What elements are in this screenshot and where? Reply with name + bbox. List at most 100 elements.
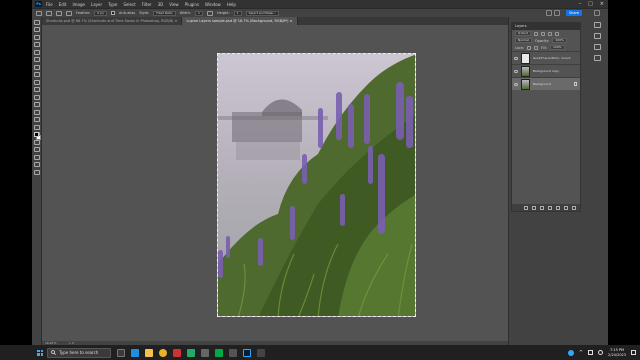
foreground-color-swatch[interactable]: [34, 132, 39, 137]
app-icon[interactable]: [215, 348, 223, 357]
marquee-tool-icon[interactable]: [46, 10, 52, 16]
eraser-tool-icon[interactable]: [33, 102, 40, 107]
filter-shape-icon[interactable]: [554, 31, 559, 36]
menu-window[interactable]: Window: [205, 2, 221, 7]
swap-icon[interactable]: [206, 10, 213, 16]
menu-type[interactable]: Type: [108, 2, 117, 7]
visibility-eye-icon[interactable]: [514, 56, 518, 60]
hand-tool-icon[interactable]: [33, 162, 40, 167]
style-select[interactable]: Fixed Ratio: [153, 10, 176, 16]
lasso-tool-icon[interactable]: [33, 34, 40, 40]
photoshop-taskbar-icon[interactable]: [243, 348, 251, 357]
properties-panel-icon[interactable]: [593, 22, 601, 28]
close-button[interactable]: ×: [600, 0, 604, 8]
menu-select[interactable]: Select: [123, 2, 135, 7]
app-icon[interactable]: [173, 348, 181, 357]
home-icon[interactable]: [36, 10, 42, 16]
menu-file[interactable]: File: [46, 2, 53, 7]
trash-icon[interactable]: [572, 205, 576, 210]
fx-icon[interactable]: [532, 205, 536, 210]
width-input[interactable]: 1: [195, 10, 203, 16]
new-selection-icon[interactable]: [56, 10, 62, 16]
quick-select-tool-icon[interactable]: [33, 42, 40, 47]
chrome-browser-icon[interactable]: [159, 348, 167, 357]
clone-stamp-tool-icon[interactable]: [33, 87, 40, 92]
lock-pixels-icon[interactable]: [527, 45, 532, 50]
filter-pixel-icon[interactable]: [533, 31, 538, 36]
filter-type-icon[interactable]: [547, 31, 552, 36]
app-icon[interactable]: [201, 348, 209, 357]
volume-icon[interactable]: [598, 350, 604, 355]
menu-help[interactable]: Help: [227, 2, 236, 7]
new-group-icon[interactable]: [556, 205, 560, 210]
menu-view[interactable]: View: [169, 2, 179, 7]
network-icon[interactable]: [588, 350, 594, 355]
select-and-mask-button[interactable]: Select and Mask...: [245, 10, 280, 16]
brush-tool-icon[interactable]: [33, 79, 40, 85]
kind-filter-select[interactable]: Q Kind: [515, 31, 531, 36]
taskbar-search-box[interactable]: Type here to search: [47, 347, 111, 358]
notifications-icon[interactable]: [631, 350, 636, 355]
chevron-up-icon[interactable]: ^: [579, 350, 583, 356]
menu-filter[interactable]: Filter: [142, 2, 152, 7]
tray-app-icon[interactable]: [567, 349, 574, 356]
edge-browser-icon[interactable]: [131, 348, 139, 357]
opacity-input[interactable]: 100%: [552, 38, 567, 43]
eyedropper-tool-icon[interactable]: [33, 64, 40, 70]
layer-row[interactable]: Background: [512, 77, 580, 90]
app-icon[interactable]: [187, 348, 195, 357]
app-icon[interactable]: [229, 348, 237, 357]
filter-adjustment-icon[interactable]: [540, 31, 545, 36]
blend-mode-select[interactable]: Normal: [515, 38, 532, 43]
start-button-icon[interactable]: [37, 349, 43, 356]
layer-row[interactable]: Grad/Hue bottom, moors: [512, 51, 580, 64]
menu-edit[interactable]: Edit: [59, 2, 67, 7]
adjustment-layer-icon[interactable]: [548, 205, 552, 210]
search-icon[interactable]: [554, 10, 560, 16]
app-icon[interactable]: [257, 348, 265, 357]
visibility-eye-icon[interactable]: [514, 82, 518, 86]
minimize-button[interactable]: –: [579, 0, 582, 8]
blur-tool-icon[interactable]: [33, 117, 40, 122]
lock-position-icon[interactable]: [534, 45, 539, 50]
layers-panel-title[interactable]: Layers: [512, 23, 580, 30]
layer-row[interactable]: Background copy: [512, 64, 580, 77]
canvas-area[interactable]: [42, 25, 508, 341]
discover-icon[interactable]: [594, 10, 600, 16]
healing-brush-tool-icon[interactable]: [33, 72, 40, 77]
channels-panel-icon[interactable]: [593, 55, 601, 61]
file-explorer-icon[interactable]: [145, 348, 153, 357]
shape-tool-icon[interactable]: [33, 154, 40, 160]
dodge-tool-icon[interactable]: [33, 124, 40, 130]
antialias-checkbox[interactable]: [110, 11, 115, 15]
document-image[interactable]: [217, 53, 416, 317]
share-button[interactable]: Share: [566, 10, 582, 16]
maximize-button[interactable]: □: [588, 0, 593, 8]
history-panel-icon[interactable]: [593, 44, 601, 50]
menu-image[interactable]: Image: [72, 2, 85, 7]
add-mask-icon[interactable]: [540, 205, 544, 210]
gradient-tool-icon[interactable]: [33, 109, 40, 115]
move-tool-icon[interactable]: [33, 19, 40, 25]
crop-tool-icon[interactable]: [33, 49, 40, 55]
visibility-eye-icon[interactable]: [514, 69, 518, 73]
tab-shortcuts-psd[interactable]: Shortcuts.psd @ 66.7% (Shortcuts and Tim…: [42, 17, 183, 25]
add-selection-icon[interactable]: [66, 10, 72, 16]
link-layers-icon[interactable]: [524, 205, 528, 210]
feather-input[interactable]: 0 px: [94, 10, 107, 16]
menu-plugins[interactable]: Plugins: [185, 2, 199, 7]
menu-3d[interactable]: 3D: [158, 2, 164, 7]
height-input[interactable]: 1: [233, 10, 242, 16]
menu-layer[interactable]: Layer: [91, 2, 102, 7]
frame-tool-icon[interactable]: [33, 57, 40, 62]
path-select-tool-icon[interactable]: [33, 147, 40, 152]
task-view-icon[interactable]: [117, 348, 125, 357]
history-brush-tool-icon[interactable]: [33, 94, 40, 100]
workspace-icon[interactable]: [546, 10, 552, 16]
zoom-tool-icon[interactable]: [33, 169, 40, 175]
marquee-tool-icon[interactable]: [33, 27, 40, 32]
tab-lupine-layers[interactable]: Lupine Layers sample.psd @ 16.7% (Backgr…: [182, 17, 298, 25]
clock[interactable]: 7:15 PM 2/24/2023: [608, 348, 626, 358]
fill-input[interactable]: 100%: [550, 45, 565, 50]
new-layer-icon[interactable]: [564, 205, 568, 210]
